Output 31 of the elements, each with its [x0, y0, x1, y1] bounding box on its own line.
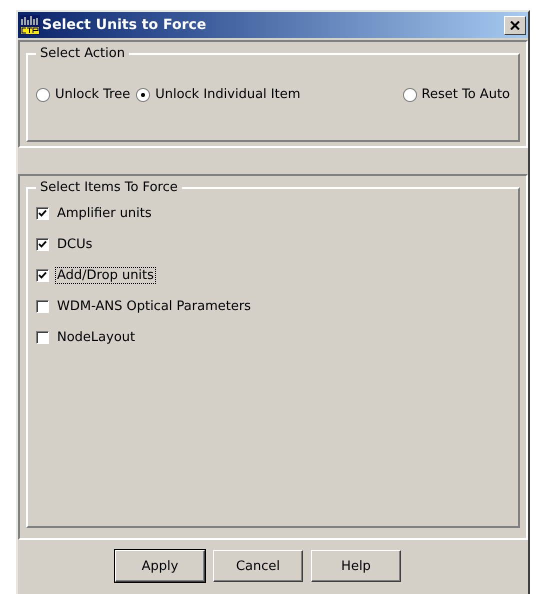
checkbox-label: DCUs — [56, 236, 94, 253]
checkbox[interactable] — [36, 269, 49, 282]
checkbox[interactable] — [36, 238, 49, 251]
checkbox-option[interactable]: WDM-ANS Optical Parameters — [36, 298, 510, 315]
window-title: Select Units to Force — [42, 17, 208, 33]
close-icon — [510, 20, 520, 30]
radio-button[interactable] — [136, 88, 150, 102]
radio-button[interactable] — [36, 88, 50, 102]
radio-button[interactable] — [402, 88, 417, 102]
radio-option[interactable]: Reset To Auto — [402, 87, 510, 102]
radio-label: Reset To Auto — [422, 87, 510, 102]
checkbox-label: NodeLayout — [56, 329, 136, 346]
dialog-button[interactable]: Help — [311, 550, 401, 582]
app-logo-icon — [20, 15, 40, 35]
checkbox[interactable] — [36, 207, 49, 220]
checkbox-option[interactable]: Add/Drop units — [36, 267, 510, 284]
checkbox-option[interactable]: DCUs — [36, 236, 510, 253]
dialog-button[interactable]: Cancel — [213, 550, 303, 582]
group-title: Select Items To Force — [39, 180, 179, 195]
group-title: Select Action — [39, 46, 126, 61]
dialog-button[interactable]: Apply — [115, 550, 205, 582]
checkbox[interactable] — [36, 331, 49, 344]
radio-label: Unlock Tree — [55, 87, 130, 102]
checkbox[interactable] — [36, 300, 49, 313]
checkbox-label: WDM-ANS Optical Parameters — [56, 298, 252, 315]
checkbox-label: Amplifier units — [56, 205, 153, 222]
radio-option[interactable]: Unlock Tree — [36, 87, 130, 102]
close-button[interactable] — [504, 16, 526, 34]
checkbox-label: Add/Drop units — [55, 267, 156, 284]
checkbox-option[interactable]: NodeLayout — [36, 329, 510, 346]
checkbox-option[interactable]: Amplifier units — [36, 205, 510, 222]
